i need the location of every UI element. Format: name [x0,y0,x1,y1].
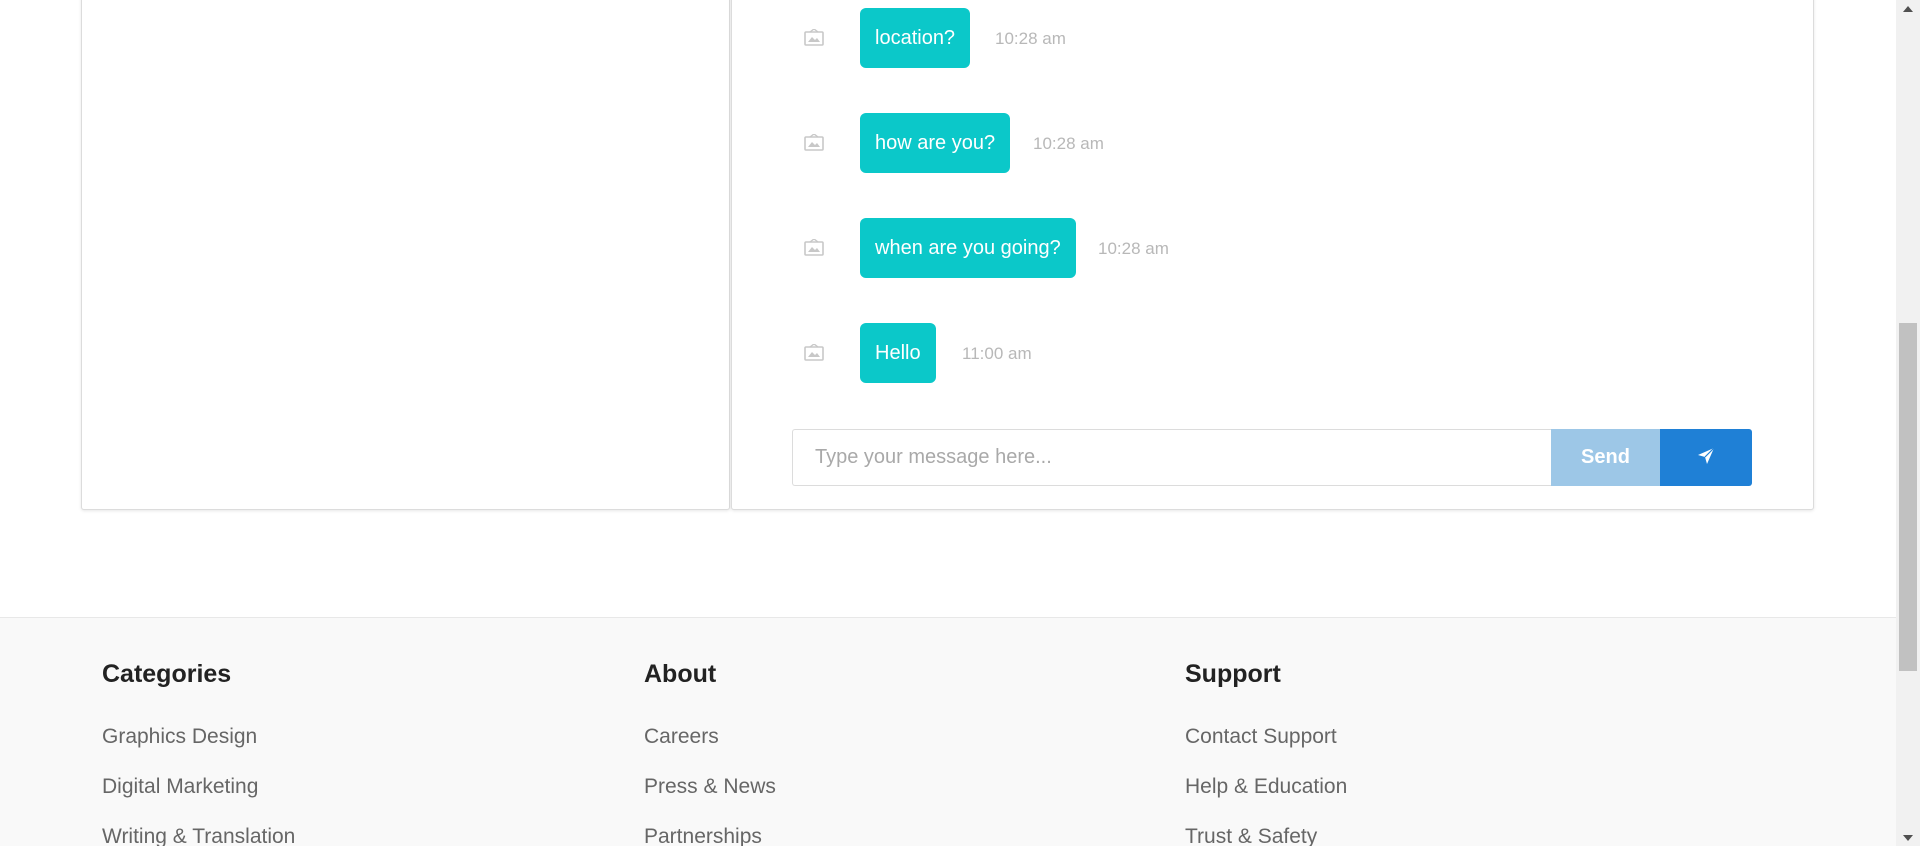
footer-heading: Support [1185,660,1281,688]
scroll-up-arrow-icon[interactable] [1896,0,1920,17]
page-scrollbar[interactable] [1896,0,1920,846]
message-time: 10:28 am [1033,134,1104,153]
broken-image-icon [803,343,825,363]
scroll-down-arrow-icon[interactable] [1896,829,1920,846]
footer-link[interactable]: Contact Support [1185,725,1337,749]
conversation-list-panel [81,0,730,510]
broken-image-icon [803,28,825,48]
footer-link[interactable]: Digital Marketing [102,775,258,799]
message-input[interactable] [792,429,1551,486]
message-time: 10:28 am [995,29,1066,48]
message-bubble: Hello [860,323,936,383]
message-compose-bar: Send [792,429,1752,486]
message-bubble: when are you going? [860,218,1076,278]
footer-heading: Categories [102,660,232,688]
footer-link[interactable]: Partnerships [644,825,762,846]
paper-plane-icon [1696,446,1716,469]
footer-heading: About [644,660,717,688]
footer-link[interactable]: Trust & Safety [1185,825,1317,846]
scrollbar-thumb[interactable] [1899,323,1917,671]
message-bubble: how are you? [860,113,1011,173]
broken-image-icon [803,238,825,258]
footer-link[interactable]: Graphics Design [102,725,257,749]
broken-image-icon [803,133,825,153]
send-button[interactable]: Send [1551,429,1660,486]
page: location? 10:28 am how are you? 10:28 am… [0,0,1920,846]
footer-link[interactable]: Writing & Translation [102,825,295,846]
message-bubble: location? [860,8,971,68]
footer-link[interactable]: Careers [644,725,719,749]
message-time: 10:28 am [1098,239,1169,258]
send-icon-button[interactable] [1660,429,1752,486]
site-footer: Categories Graphics Design Digital Marke… [0,617,1896,846]
message-time: 11:00 am [962,344,1032,363]
footer-link[interactable]: Press & News [644,775,776,799]
footer-link[interactable]: Help & Education [1185,775,1347,799]
